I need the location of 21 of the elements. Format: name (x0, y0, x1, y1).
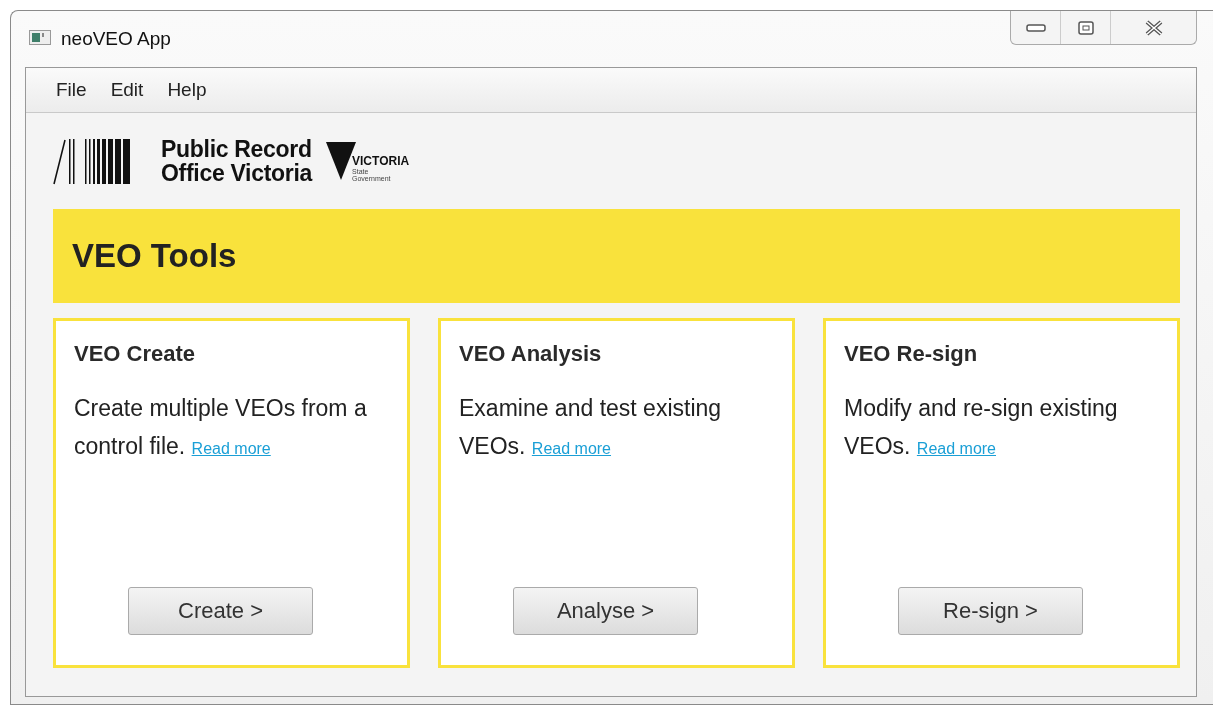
card-title: VEO Analysis (459, 341, 603, 367)
window-title: neoVEO App (61, 28, 171, 50)
state-logo-text: VICTORIA (352, 154, 410, 168)
tool-button[interactable]: Analyse > (513, 587, 698, 635)
tool-button[interactable]: Re-sign > (898, 587, 1083, 635)
minimize-icon (1025, 22, 1046, 33)
organisation-name: Office Victoria (161, 161, 313, 185)
card-title: VEO Create (74, 341, 197, 367)
close-icon (1143, 19, 1164, 36)
menu-item[interactable]: File (46, 75, 97, 105)
card-description: Examine and test existing VEOs. Read more (459, 394, 723, 461)
organisation-name: Public Record (161, 137, 313, 161)
card-description: Create multiple VEOs from a control file. Read more (74, 394, 367, 461)
card-description: Modify and re-sign existing VEOs. Read more (844, 394, 1119, 461)
app-icon (29, 30, 51, 45)
menu-item[interactable]: Help (157, 75, 217, 105)
menu-item[interactable]: Edit (100, 75, 154, 105)
card-title: VEO Re-sign (844, 341, 979, 367)
banner-title: VEO Tools (72, 237, 237, 275)
maximize-icon (1077, 20, 1094, 35)
tool-button[interactable]: Create > (128, 587, 313, 635)
